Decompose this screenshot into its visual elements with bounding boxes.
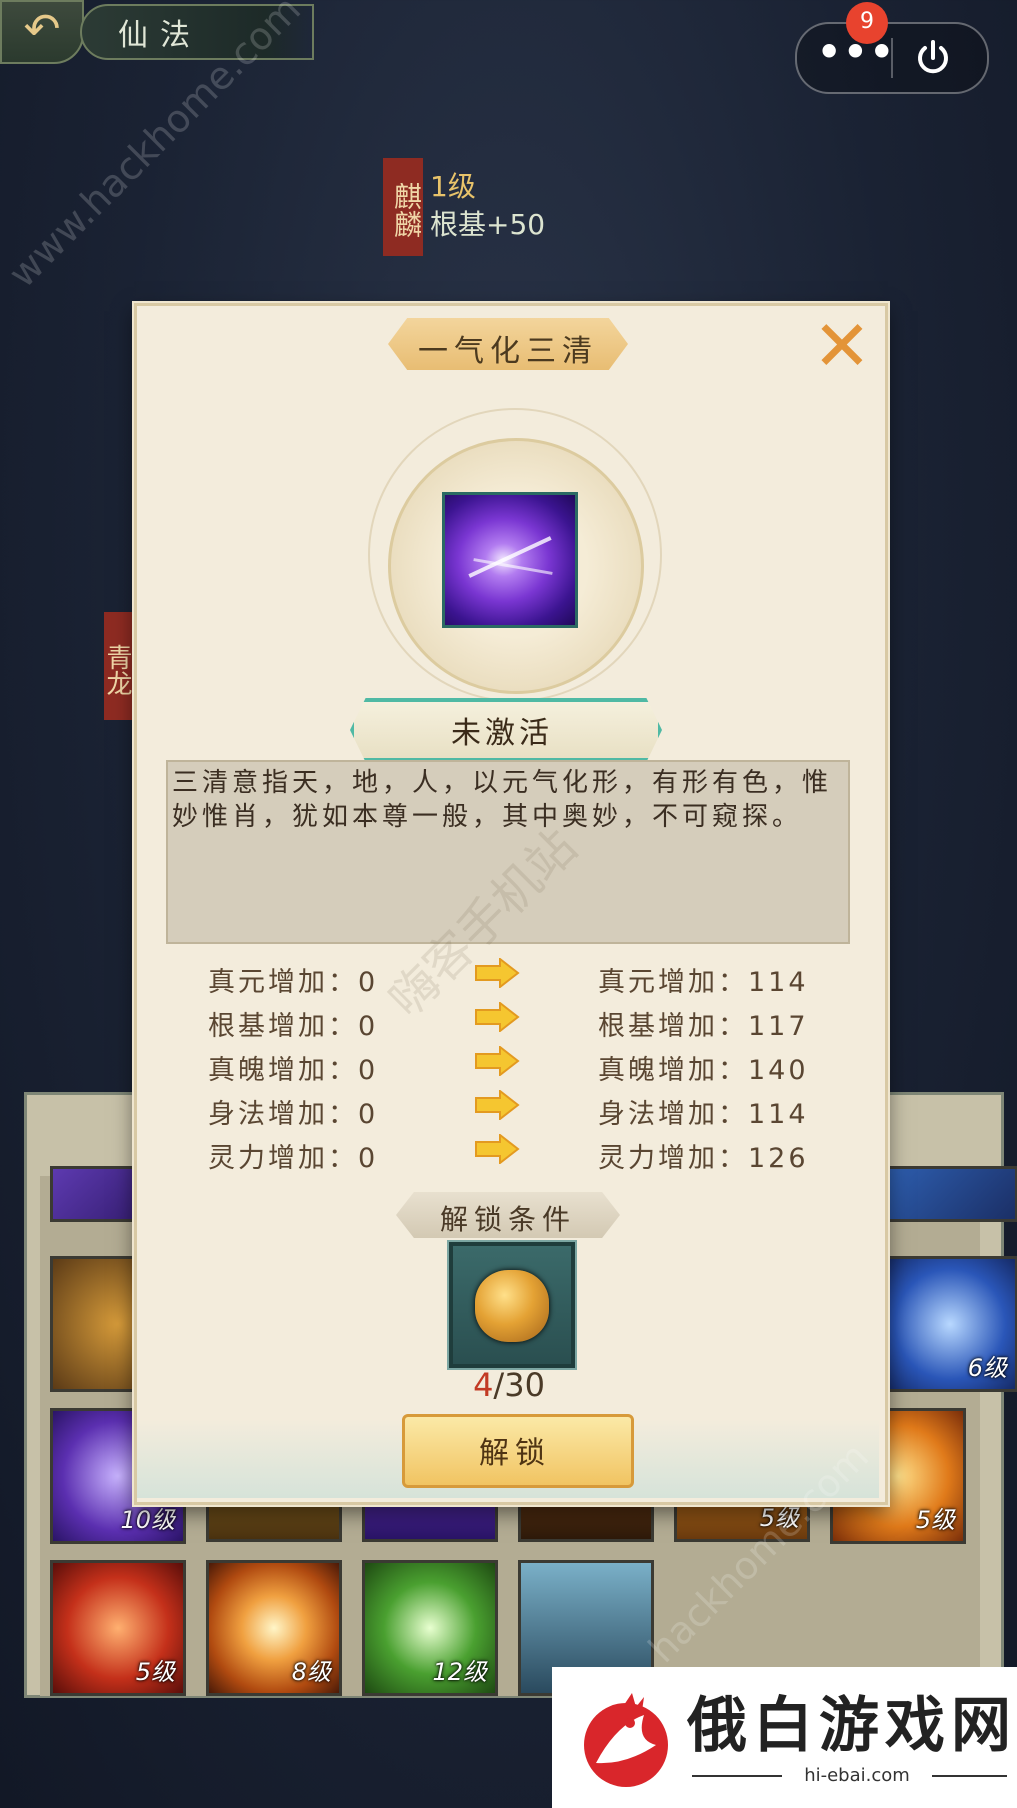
skill-level: 6级	[967, 1354, 1007, 1382]
stat-label: 真魄增加：	[208, 1055, 358, 1086]
arrow-right-icon	[475, 1090, 520, 1120]
item-need-count: /30	[493, 1366, 545, 1404]
stat-current: 真元增加：0	[208, 960, 378, 1000]
unlock-button-label[interactable]: 解锁	[402, 1428, 628, 1472]
skill-tile[interactable]: 8级	[206, 1560, 342, 1696]
stat-next: 灵力增加：126	[598, 1136, 809, 1176]
capsule-divider	[891, 38, 893, 78]
back-button[interactable]: ↶	[0, 0, 84, 64]
skill-level: 12级	[432, 1658, 487, 1686]
stat-next: 真元增加：114	[598, 960, 809, 1000]
dialog-title: 一气化三清	[418, 334, 598, 369]
stat-label: 真元增加：	[598, 967, 748, 998]
stat-next-value: 126	[748, 1143, 809, 1174]
stat-next-value: 114	[748, 967, 809, 998]
stat-current: 根基增加：0	[208, 1004, 378, 1044]
skill-level: 10级	[120, 1506, 175, 1534]
qinglong-name-tag: 青龙	[102, 612, 134, 720]
power-icon[interactable]	[913, 38, 953, 78]
qilin-bonus: 根基+50	[430, 208, 546, 241]
unlock-item-slot[interactable]	[447, 1240, 577, 1370]
arrow-right-icon	[475, 1134, 520, 1164]
page-title: 仙法	[118, 18, 202, 53]
stat-next: 身法增加：114	[598, 1092, 809, 1132]
skill-tile[interactable]: 12级	[362, 1560, 498, 1696]
brand-footer: 俄白游戏网 hi-ebai.com	[552, 1667, 1017, 1808]
stat-label: 真元增加：	[208, 967, 358, 998]
stat-current-value: 0	[358, 1099, 379, 1130]
stat-label: 身法增加：	[598, 1099, 748, 1130]
qilin-name-tag: 麒麟	[383, 158, 423, 256]
rooster-logo-icon	[584, 1693, 668, 1787]
skill-level: 8级	[291, 1658, 331, 1686]
stat-next-value: 117	[748, 1011, 809, 1042]
stat-label: 身法增加：	[208, 1099, 358, 1130]
qilin-info: 1级 根基+50	[430, 168, 545, 244]
description-text: 三清意指天，地，人，以元气化形，有形有色，惟妙惟肖，犹如本尊一般，其中奥妙，不可…	[172, 768, 833, 832]
stat-label: 灵力增加：	[208, 1143, 358, 1174]
qilin-level: 1级	[430, 170, 476, 203]
stat-current: 灵力增加：0	[208, 1136, 378, 1176]
brand-name: 俄白游戏网	[687, 1691, 1017, 1761]
stat-current: 身法增加：0	[208, 1092, 378, 1132]
purple-lightning-skill-icon	[442, 492, 578, 628]
stat-next: 真魄增加：140	[598, 1048, 809, 1088]
stat-current-value: 0	[358, 1011, 379, 1042]
stat-next-value: 114	[748, 1099, 809, 1130]
unlock-item-count: 4/30	[449, 1366, 569, 1404]
stat-next: 根基增加：117	[598, 1004, 809, 1044]
arrow-right-icon	[475, 1046, 520, 1076]
stat-current: 真魄增加：0	[208, 1048, 378, 1088]
arrow-right-icon	[475, 1002, 520, 1032]
skill-level: 5级	[135, 1658, 175, 1686]
stat-current-value: 0	[358, 1143, 379, 1174]
skill-tile[interactable]	[882, 1166, 1017, 1222]
stat-label: 灵力增加：	[598, 1143, 748, 1174]
mini-program-capsule: •••	[795, 22, 989, 94]
skill-level: 5级	[915, 1506, 955, 1534]
stat-next-value: 140	[748, 1055, 809, 1086]
unlock-condition-title: 解锁条件	[439, 1203, 576, 1236]
item-have-count: 4	[473, 1366, 494, 1404]
close-icon[interactable]: ✕	[812, 311, 872, 381]
back-arrow-icon: ↶	[23, 4, 61, 55]
notification-badge: 9	[846, 2, 888, 44]
stat-label: 真魄增加：	[598, 1055, 748, 1086]
stat-current-value: 0	[358, 1055, 379, 1086]
stat-label: 根基增加：	[208, 1011, 358, 1042]
skill-tile[interactable]: 5级	[50, 1560, 186, 1696]
stat-label: 根基增加：	[598, 1011, 748, 1042]
brand-divider	[932, 1775, 1007, 1777]
skill-tile[interactable]: 6级	[882, 1256, 1017, 1392]
golden-qilin-token-icon	[475, 1270, 549, 1342]
status-text: 未激活	[451, 716, 553, 751]
